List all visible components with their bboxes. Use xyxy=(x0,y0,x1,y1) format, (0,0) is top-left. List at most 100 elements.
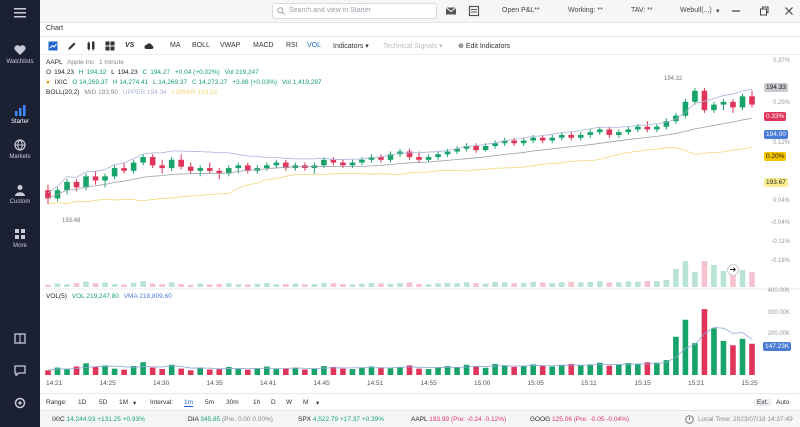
volume-overlay-bar xyxy=(435,283,441,287)
volume-bar xyxy=(501,365,508,375)
candle-body xyxy=(539,137,546,141)
ticker-goog[interactable]: GOOG 125.06 (Pre: -0.05 -0.04%) xyxy=(530,416,629,423)
volume-bar xyxy=(121,369,127,375)
working-label[interactable]: Working: ** xyxy=(568,7,603,14)
volume-bar xyxy=(654,362,660,375)
technical-signals-dropdown[interactable]: Technical Signals ▾ xyxy=(383,42,443,50)
layout-icon[interactable] xyxy=(105,41,115,51)
volume-overlay-bar xyxy=(216,284,223,287)
interval-1m[interactable]: 1m xyxy=(184,399,194,407)
status-bar: IXIC 14,244.93 +131.25 +0.93% DIA 345.85… xyxy=(40,410,800,427)
ticker-ixic[interactable]: IXIC 14,244.93 +131.25 +0.93% xyxy=(52,416,145,423)
volume-bar xyxy=(197,367,204,375)
sidebar-item-watchlists[interactable]: Watchlists xyxy=(0,44,40,65)
account-selector[interactable]: Webull(...) xyxy=(680,7,712,14)
volume-overlay-bar xyxy=(225,283,232,287)
scroll-to-latest-icon[interactable]: ➔ xyxy=(727,264,739,276)
current-price-tag: 194.33 xyxy=(764,83,788,92)
interval-w[interactable]: W xyxy=(286,399,292,406)
vma-line xyxy=(47,326,753,371)
candles-icon[interactable] xyxy=(86,41,96,51)
search-placeholder: Search and view in Starter xyxy=(289,7,372,14)
local-time: Local Time: 2023/07/18 14:37:49 xyxy=(698,416,793,423)
range-5d[interactable]: 5D xyxy=(99,399,107,406)
volume-overlay-bar xyxy=(92,283,99,287)
pct-change-tag: 0.33% xyxy=(764,112,787,121)
settings-icon[interactable] xyxy=(14,397,26,409)
volume-overlay-bar xyxy=(492,281,498,287)
volume-overlay-bar xyxy=(264,283,270,287)
tav-label[interactable]: TAV: ** xyxy=(631,7,653,14)
volume-bar xyxy=(673,336,679,375)
auto-button[interactable]: Auto xyxy=(776,399,789,406)
tool-ma[interactable]: MA xyxy=(170,42,181,49)
restore-icon[interactable] xyxy=(758,5,770,17)
sidebar-item-custom[interactable]: Custom xyxy=(0,184,40,205)
book-icon[interactable] xyxy=(14,333,26,344)
draw-pen-icon[interactable] xyxy=(67,41,77,51)
ticker-aapl[interactable]: AAPL 193.99 (Pre: -0.24 -0.12%) xyxy=(411,416,506,423)
search-input[interactable]: Search and view in Starter xyxy=(272,3,437,19)
volume-bar xyxy=(463,364,470,375)
notification-icon[interactable] xyxy=(685,415,694,424)
price-chart[interactable] xyxy=(40,55,800,380)
range-1m[interactable]: 1M xyxy=(119,399,128,406)
interval-chevron-icon[interactable]: ▾ xyxy=(316,399,319,407)
volume-overlay-bar xyxy=(416,284,422,287)
interval-30m[interactable]: 30m xyxy=(226,399,239,406)
tool-vwap[interactable]: VWAP xyxy=(220,42,240,49)
cloud-icon[interactable] xyxy=(144,41,154,51)
account-chevron-icon[interactable]: ▾ xyxy=(716,7,720,15)
ext-button[interactable]: Ext. xyxy=(754,399,772,406)
menu-button[interactable] xyxy=(0,8,40,18)
candle-body xyxy=(140,157,146,163)
mail-icon[interactable] xyxy=(445,5,457,17)
interval-5m[interactable]: 5m xyxy=(205,399,214,406)
range-chevron-icon[interactable]: ▾ xyxy=(133,399,136,407)
tool-rsi[interactable]: RSI xyxy=(286,42,298,49)
edit-indicators-button[interactable]: ⊕ Edit Indicators xyxy=(458,42,510,50)
tool-vol[interactable]: VOL xyxy=(307,42,321,49)
volume-bar xyxy=(539,365,546,375)
ticker-val: 345.85 xyxy=(200,416,221,423)
close-icon[interactable] xyxy=(783,5,795,17)
axis-label-4: -0.04% xyxy=(770,220,790,226)
range-1d[interactable]: 1D xyxy=(78,399,86,406)
tool-macd[interactable]: MACD xyxy=(253,42,274,49)
news-icon[interactable] xyxy=(468,5,480,17)
time-label: 15:25 xyxy=(741,380,758,387)
interval-1h[interactable]: 1h xyxy=(253,399,260,406)
time-label: 15:21 xyxy=(688,380,705,387)
volume-overlay-bar xyxy=(501,282,508,287)
candle-body xyxy=(530,137,536,141)
message-icon[interactable] xyxy=(14,365,26,376)
compare-vs-button[interactable]: VS xyxy=(125,42,134,49)
candle-body xyxy=(178,159,184,167)
sidebar-item-starter[interactable]: Starter xyxy=(0,104,40,125)
sidebar-item-more[interactable]: More xyxy=(0,228,40,249)
volume-bar xyxy=(416,368,422,375)
open-pl-label[interactable]: Open P&L** xyxy=(502,7,540,14)
sidebar-item-markets[interactable]: Markets xyxy=(0,139,40,160)
candle-body xyxy=(444,151,451,155)
indicators-dropdown[interactable]: Indicators ▾ xyxy=(333,42,369,50)
tab-chart[interactable]: Chart xyxy=(46,25,63,32)
ticker-dia[interactable]: DIA 345.85 (Pre: 0.00 0.00%) xyxy=(188,416,273,423)
chart-type-icon[interactable] xyxy=(48,41,58,51)
ticker-sym: SPX xyxy=(298,416,312,423)
candle-body xyxy=(587,132,594,135)
minimize-icon[interactable] xyxy=(730,5,742,17)
technical-signals-label: Technical Signals xyxy=(383,43,438,50)
volume-overlay-bar xyxy=(397,283,403,287)
high-marker: 194.32 xyxy=(664,76,683,82)
interval-d[interactable]: D xyxy=(271,399,276,406)
candle-body xyxy=(264,165,270,169)
ticker-spx[interactable]: SPX 4,522.79 +17.37 +0.39% xyxy=(298,416,384,423)
app-window: { "sidebar": { "items": [ {"label": "Wat… xyxy=(0,0,800,427)
volume-overlay-bar xyxy=(378,283,384,287)
candle-body xyxy=(520,140,527,144)
volume-bar xyxy=(558,364,565,375)
volume-overlay-bar xyxy=(121,284,127,287)
tool-boll[interactable]: BOLL xyxy=(192,42,210,49)
interval-m[interactable]: M xyxy=(303,399,308,406)
